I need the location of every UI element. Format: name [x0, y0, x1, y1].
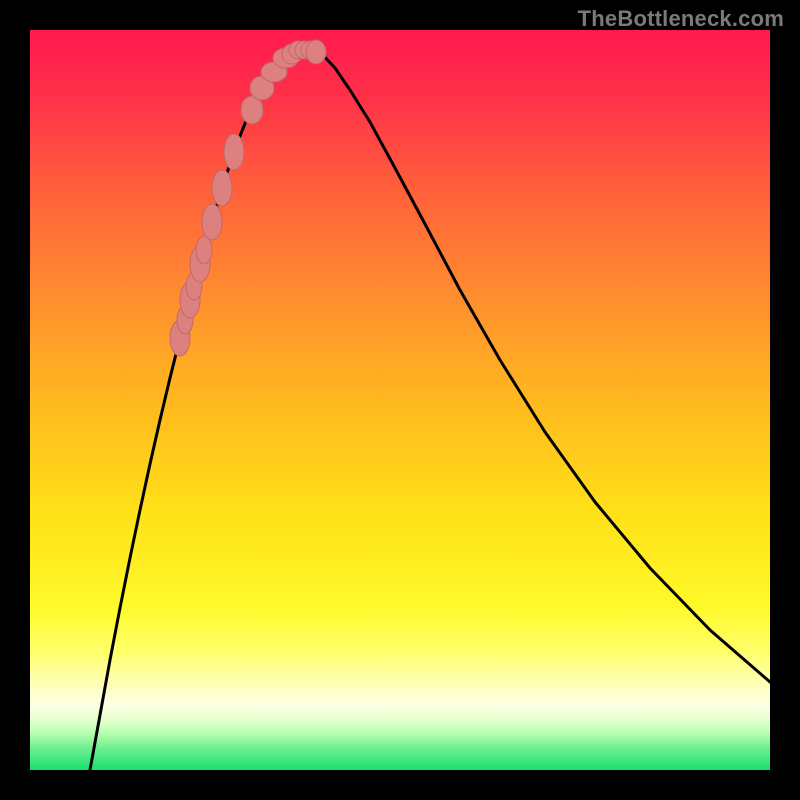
bottleneck-chart: [30, 30, 770, 770]
curve-marker: [196, 236, 212, 264]
curve-marker: [212, 170, 232, 206]
gradient-background: [30, 30, 770, 770]
curve-marker: [224, 134, 244, 170]
chart-container: [30, 30, 770, 770]
watermark-text: TheBottleneck.com: [578, 6, 784, 32]
curve-marker: [202, 204, 222, 240]
curve-marker: [306, 40, 326, 64]
